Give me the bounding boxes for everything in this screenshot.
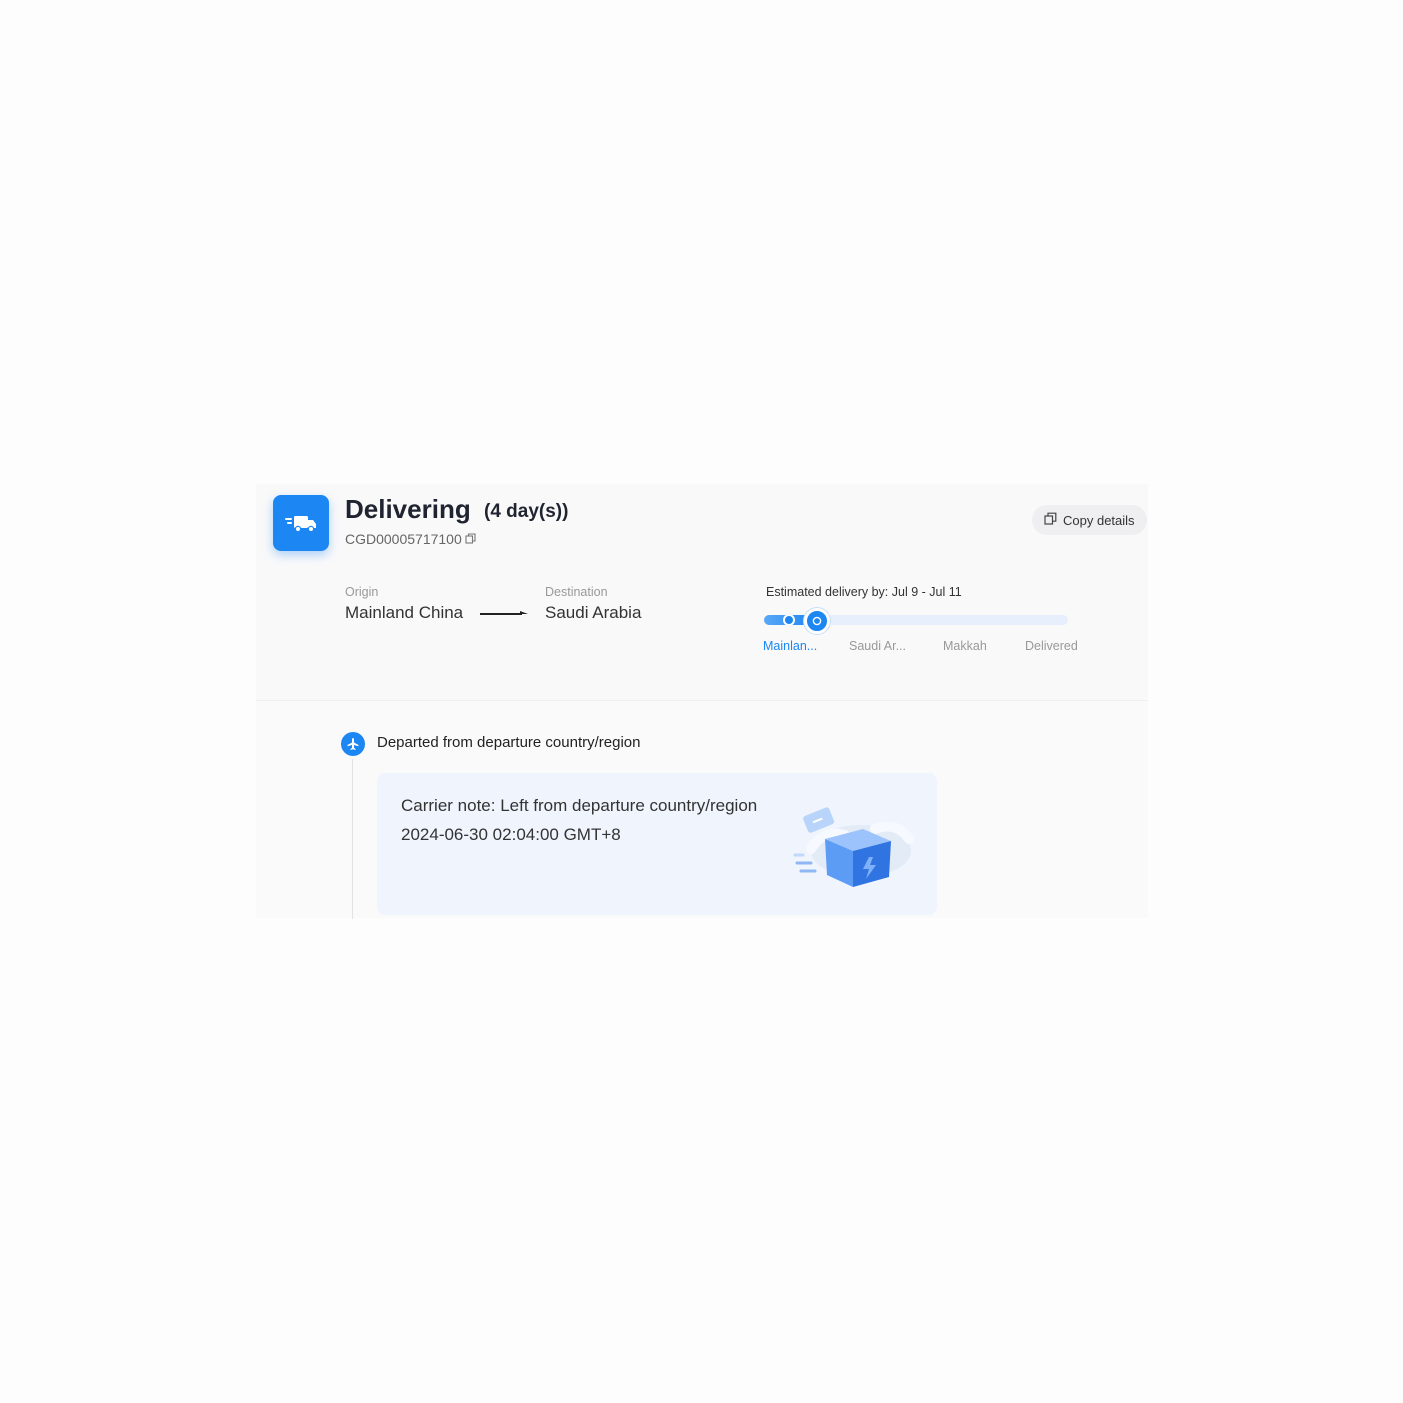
stop-label-origin: Mainlan... (763, 639, 818, 653)
copy-tracking-icon[interactable] (465, 531, 476, 547)
estimated-delivery: Estimated delivery by: Jul 9 - Jul 11 (766, 585, 962, 599)
event-title: Departed from departure country/region (377, 734, 641, 751)
shipment-summary: Delivering (4 day(s)) CGD00005717100 Cop… (256, 484, 1148, 701)
copy-details-label: Copy details (1063, 512, 1135, 528)
stop-label-delivered: Delivered (1025, 639, 1078, 653)
origin-stop-marker (783, 614, 795, 626)
tracking-number: CGD00005717100 (345, 531, 462, 547)
delivery-truck-icon (273, 495, 329, 551)
destination-label: Destination (545, 585, 608, 599)
shipment-card: Delivering (4 day(s)) CGD00005717100 Cop… (256, 484, 1148, 919)
tracking-number-row: CGD00005717100 (345, 531, 476, 547)
event-note-box: Carrier note: Left from departure countr… (377, 773, 937, 915)
copy-details-button[interactable]: Copy details (1032, 505, 1147, 535)
flying-package-illustration (793, 807, 914, 887)
current-position-marker (804, 608, 830, 634)
stop-label-city: Makkah (943, 639, 987, 653)
origin-label: Origin (345, 585, 379, 599)
origin-value: Mainland China (345, 603, 464, 622)
event-timestamp: 2024-06-30 02:04:00 GMT+8 (401, 825, 621, 844)
airplane-icon (341, 732, 365, 756)
status-duration: (4 day(s)) (484, 501, 569, 522)
route-arrow-icon (480, 611, 528, 615)
stop-label-country: Saudi Ar... (849, 639, 906, 653)
carrier-note: Carrier note: Left from departure countr… (401, 796, 758, 815)
copy-icon (1044, 512, 1057, 528)
timeline-line (352, 759, 353, 919)
destination-value: Saudi Arabia (545, 603, 642, 622)
status-title: Delivering (345, 494, 471, 524)
progress-track (764, 608, 1068, 634)
